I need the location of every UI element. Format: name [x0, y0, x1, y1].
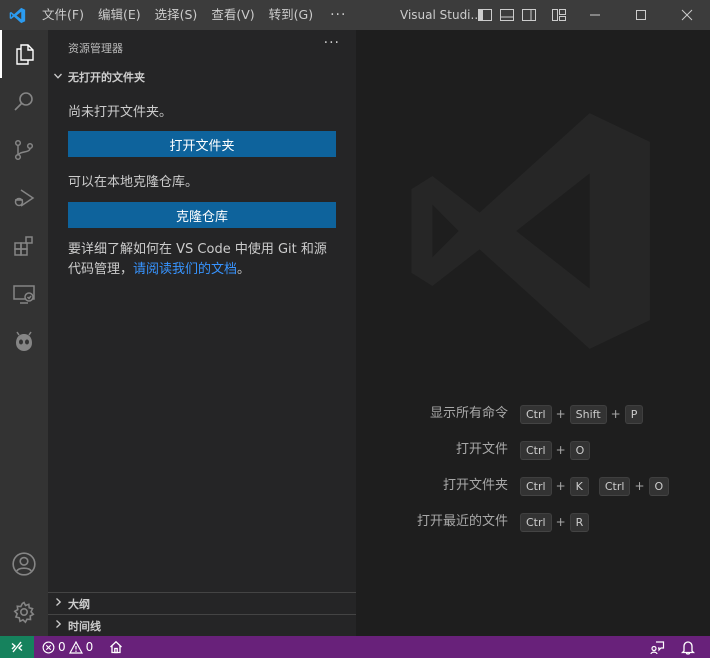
read-docs-link[interactable]: 请阅读我们的文档: [133, 262, 237, 277]
key: R: [569, 512, 590, 532]
activity-bar: [0, 30, 48, 636]
shortcut-label: 打开文件: [455, 442, 508, 457]
manage-gear-icon[interactable]: [0, 588, 48, 636]
menu-go[interactable]: 转到(G): [262, 0, 320, 30]
window-title: Visual Studi...: [400, 8, 482, 22]
shortcut-label: 显示所有命令: [429, 406, 508, 421]
key: Ctrl: [520, 476, 552, 496]
title-bar: 文件(F) 编辑(E) 选择(S) 查看(V) 转到(G) ··· Visual…: [0, 0, 710, 30]
outline-section-header[interactable]: 大纲: [48, 592, 356, 614]
shortcut-open-folder: 打开文件夹 Ctrl + K Ctrl + O: [356, 476, 710, 496]
warning-count: 0: [85, 640, 94, 654]
no-folder-message: 尚未打开文件夹。: [68, 105, 173, 120]
remote-indicator-icon[interactable]: [0, 636, 34, 658]
notifications-bell-icon[interactable]: [681, 636, 695, 658]
timeline-label: 时间线: [68, 619, 101, 633]
home-icon[interactable]: [109, 636, 123, 658]
customize-layout-icon[interactable]: [551, 7, 567, 23]
menu-more-button[interactable]: ···: [320, 7, 356, 23]
section-label: 无打开的文件夹: [68, 71, 145, 84]
key: O: [569, 440, 591, 460]
vscode-watermark-icon: [401, 100, 663, 366]
feedback-icon[interactable]: [650, 636, 665, 658]
open-folder-button[interactable]: 打开文件夹: [68, 131, 336, 157]
menu-selection[interactable]: 选择(S): [148, 0, 205, 30]
chevron-right-icon: [48, 597, 68, 610]
key: P: [624, 404, 644, 424]
key: Ctrl: [520, 512, 552, 532]
explorer-sidebar: 资源管理器 ··· 无打开的文件夹 尚未打开文件夹。 打开文件夹 可以在本地克隆…: [48, 30, 356, 636]
clone-repository-button[interactable]: 克隆仓库: [68, 202, 336, 228]
help-text-end: 。: [237, 262, 251, 277]
account-icon[interactable]: [0, 540, 48, 588]
source-control-icon[interactable]: [0, 126, 48, 174]
shortcut-show-all-commands: 显示所有命令 Ctrl + Shift + P: [356, 404, 710, 424]
toggle-panel-icon[interactable]: [499, 7, 515, 23]
explorer-icon[interactable]: [0, 30, 48, 78]
key: Shift: [569, 404, 607, 424]
error-icon: [42, 641, 55, 653]
menu-file[interactable]: 文件(F): [35, 0, 91, 30]
shortcut-open-file: 打开文件 Ctrl + O: [356, 440, 710, 460]
shortcut-label: 打开最近的文件: [416, 514, 508, 529]
key: O: [648, 476, 670, 496]
key: Ctrl: [598, 476, 631, 496]
outline-label: 大纲: [68, 597, 90, 611]
status-bar: 0 0: [0, 636, 710, 658]
chevron-down-icon: [48, 71, 68, 84]
toggle-secondary-sidebar-icon[interactable]: [521, 7, 537, 23]
shortcut-label: 打开文件夹: [442, 478, 508, 493]
timeline-section-header[interactable]: 时间线: [48, 614, 356, 636]
extensions-icon[interactable]: [0, 222, 48, 270]
warning-icon: [68, 640, 83, 654]
key: Ctrl: [520, 404, 552, 424]
editor-area: 显示所有命令 Ctrl + Shift + P 打开文件 Ctrl + O 打开文件夹 Ct…: [356, 30, 710, 636]
vscode-logo-icon: [0, 0, 35, 30]
problems-indicator[interactable]: 0 0: [42, 636, 93, 658]
error-count: 0: [58, 640, 66, 654]
remote-explorer-icon[interactable]: [0, 270, 48, 318]
clone-message: 可以在本地克隆仓库。: [68, 175, 199, 190]
sidebar-title: 资源管理器: [68, 42, 123, 55]
menu-edit[interactable]: 编辑(E): [91, 0, 148, 30]
no-folder-section-header[interactable]: 无打开的文件夹: [48, 66, 356, 88]
shortcut-open-recent: 打开最近的文件 Ctrl + R: [356, 512, 710, 532]
chevron-right-icon: [48, 619, 68, 632]
minimize-button[interactable]: [572, 0, 618, 30]
close-button[interactable]: [664, 0, 710, 30]
git-help-paragraph: 要详细了解如何在 VS Code 中使用 Git 和源代码管理，请阅读我们的文档…: [68, 240, 338, 280]
key: Ctrl: [520, 440, 552, 460]
key: K: [569, 476, 589, 496]
menu-view[interactable]: 查看(V): [204, 0, 261, 30]
sidebar-more-actions-button[interactable]: ···: [324, 35, 340, 51]
run-debug-icon[interactable]: [0, 174, 48, 222]
toggle-sidebar-icon[interactable]: [477, 7, 493, 23]
search-icon[interactable]: [0, 78, 48, 126]
maximize-button[interactable]: [618, 0, 664, 30]
platformio-icon[interactable]: [0, 318, 48, 366]
